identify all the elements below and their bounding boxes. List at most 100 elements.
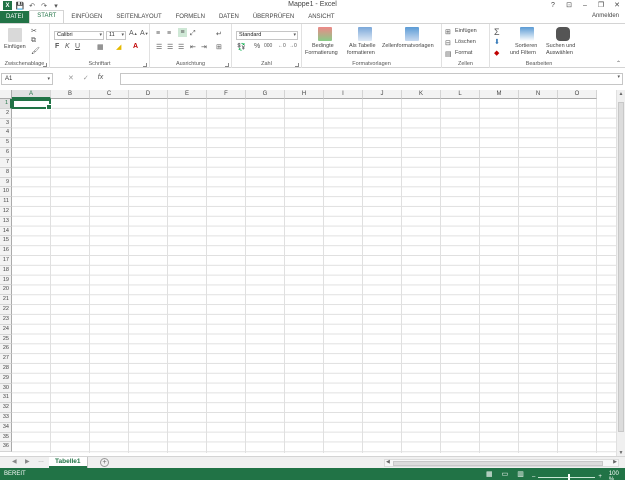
column-header-o[interactable]: O [558,90,597,99]
conditional-formatting-icon[interactable] [318,27,332,41]
shrink-font-icon[interactable]: A ▼ [140,30,149,37]
autosum-icon[interactable]: Σ [494,27,500,37]
number-launcher-icon[interactable] [295,63,299,67]
column-header-h[interactable]: H [285,90,324,99]
vertical-scroll-thumb[interactable] [618,102,624,432]
fill-color-icon[interactable]: ◢ [116,43,121,51]
row-header-21[interactable]: 21 [0,295,12,306]
fill-icon[interactable]: ⬇ [494,38,500,46]
wrap-text-icon[interactable]: ↵ [216,30,222,38]
borders-icon[interactable]: ▦ [97,43,104,51]
zoom-slider[interactable] [538,473,596,480]
find-select-line2[interactable]: Auswählen [546,50,573,56]
expand-formula-icon[interactable]: ▾ [617,74,620,80]
tab-datei[interactable]: DATEI [0,11,30,23]
column-header-m[interactable]: M [480,90,519,99]
font-color-icon[interactable]: A [133,43,138,50]
column-header-j[interactable]: J [363,90,402,99]
decrease-indent-icon[interactable]: ⇤ [190,43,196,51]
page-break-preview-icon[interactable]: ▥ [517,470,524,478]
copy-icon[interactable]: ⧉ [31,37,36,45]
orientation-icon[interactable]: ⤢ [190,30,196,38]
clipboard-launcher-icon[interactable] [43,63,47,67]
undo-icon[interactable]: ↶ [28,2,36,10]
percent-style-button[interactable]: % [254,43,260,50]
find-select-line1[interactable]: Suchen und [546,43,575,49]
row-header-4[interactable]: 4 [0,128,12,139]
row-header-5[interactable]: 5 [0,138,12,149]
insert-cells-label[interactable]: Einfügen [455,28,477,34]
insert-cells-icon[interactable]: ⊞ [445,28,451,36]
cancel-icon[interactable]: ✕ [68,74,74,82]
row-header-15[interactable]: 15 [0,236,12,247]
row-header-6[interactable]: 6 [0,148,12,158]
add-sheet-button[interactable]: + [100,458,109,467]
active-cell-a1[interactable] [12,99,52,110]
horizontal-scroll-thumb[interactable] [393,461,603,466]
font-size-select[interactable]: 11 ▾ [106,31,126,40]
row-header-13[interactable]: 13 [0,216,12,227]
tab-start[interactable]: START [29,10,65,23]
align-top-icon[interactable]: ≡ [156,30,160,37]
row-header-31[interactable]: 31 [0,393,12,404]
font-launcher-icon[interactable] [143,63,147,67]
row-header-32[interactable]: 32 [0,403,12,413]
row-header-19[interactable]: 19 [0,275,12,286]
tab-daten[interactable]: DATEN [212,11,246,23]
conditional-formatting-line1[interactable]: Bedingte [312,43,334,49]
format-cells-icon[interactable]: ▤ [445,50,452,58]
accounting-format-icon[interactable]: 💱 [237,43,246,51]
find-select-icon[interactable] [556,27,570,41]
format-as-table-icon[interactable] [358,27,372,41]
zoom-out-button[interactable]: – [532,474,535,480]
select-all-button[interactable] [0,90,12,99]
worksheet-grid[interactable]: ABCDEFGHIJKLMNO 1 2 3 4 5 6 7 8 9 10 11 12 13 14 15 16 1… [0,90,625,457]
vertical-scrollbar[interactable]: ▲ ▼ [616,90,625,457]
increase-indent-icon[interactable]: ⇥ [201,43,207,51]
format-painter-icon[interactable]: 🖌 [31,47,40,55]
sort-filter-line2[interactable]: und Filtern [510,50,536,56]
column-header-f[interactable]: F [207,90,246,99]
next-sheet-icon[interactable]: ▶ [25,458,30,465]
zoom-slider-thumb[interactable] [568,473,571,480]
column-header-b[interactable]: B [51,90,90,99]
scroll-up-icon[interactable]: ▲ [617,91,625,97]
align-right-icon[interactable]: ☰ [178,43,184,51]
zoom-level[interactable]: 100 % [609,471,625,480]
horizontal-scrollbar[interactable]: ◀ ▶ [384,459,619,467]
paste-button-label[interactable]: Einfügen [4,44,26,50]
delete-cells-icon[interactable]: ⊟ [445,39,451,47]
row-header-12[interactable]: 12 [0,206,12,217]
row-header-22[interactable]: 22 [0,305,12,315]
row-header-28[interactable]: 28 [0,363,12,374]
column-header-d[interactable]: D [129,90,168,99]
column-header-c[interactable]: C [90,90,129,99]
column-header-i[interactable]: I [324,90,363,99]
merge-center-icon[interactable]: ⊞ [216,43,222,51]
tab-ueberpruefen[interactable]: ÜBERPRÜFEN [246,11,301,23]
tab-formeln[interactable]: FORMELN [169,11,212,23]
page-layout-view-icon[interactable]: ▭ [502,470,509,478]
column-header-n[interactable]: N [519,90,558,99]
customize-qat-icon[interactable]: ▾ [52,2,60,10]
number-format-select[interactable]: Standard ▾ [236,31,298,40]
row-header-27[interactable]: 27 [0,354,12,364]
column-header-a[interactable]: A [12,90,51,99]
sign-in-link[interactable]: Anmelden [592,13,619,19]
align-bottom-icon[interactable]: ≡ [178,28,187,37]
column-header-e[interactable]: E [168,90,207,99]
row-header-23[interactable]: 23 [0,314,12,325]
align-left-icon[interactable]: ☰ [156,43,162,51]
row-header-17[interactable]: 17 [0,256,12,266]
format-as-table-line2[interactable]: formatieren [347,50,375,56]
row-header-7[interactable]: 7 [0,157,12,168]
decrease-decimal-icon[interactable]: →0 [289,43,297,49]
row-header-14[interactable]: 14 [0,226,12,237]
row-header-29[interactable]: 29 [0,373,12,384]
delete-cells-label[interactable]: Löschen [455,39,476,45]
grow-font-icon[interactable]: A ▲ [129,30,138,37]
cell-area[interactable] [12,99,625,453]
tab-seitenlayout[interactable]: SEITENLAYOUT [109,11,168,23]
format-as-table-line1[interactable]: Als Tabelle [349,43,376,49]
sort-filter-icon[interactable] [520,27,534,41]
